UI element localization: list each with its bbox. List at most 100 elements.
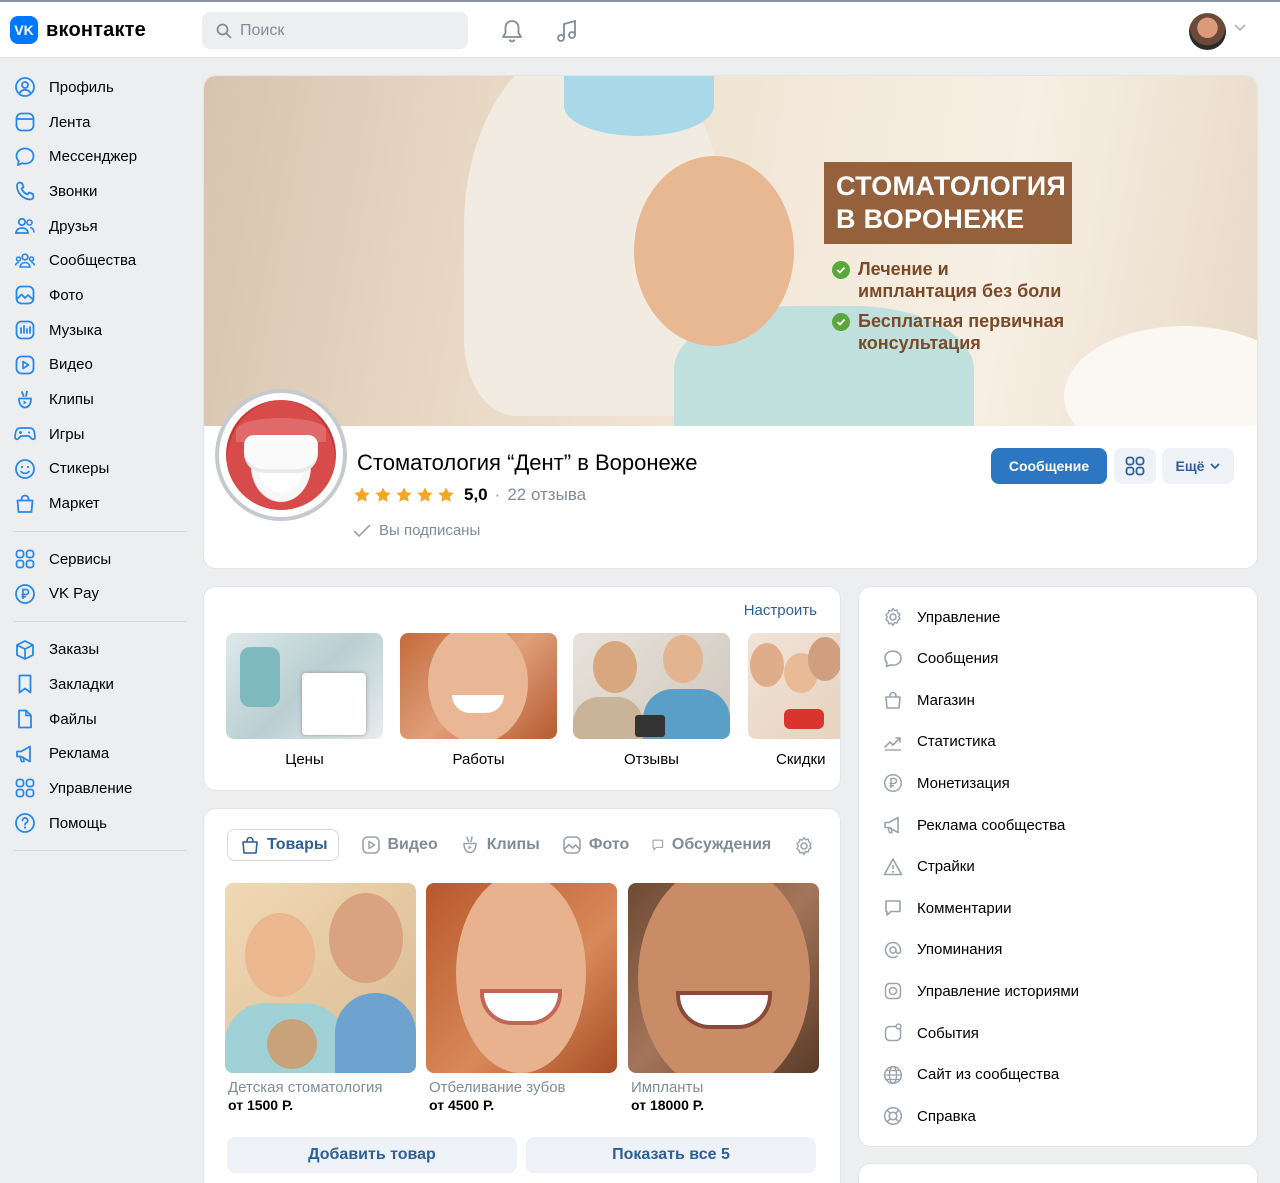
cover-bullet: Бесплатная первичная консультация xyxy=(832,310,1072,354)
album-prices[interactable]: Цены xyxy=(226,633,383,768)
chevron-down-icon[interactable] xyxy=(1234,24,1246,32)
user-avatar[interactable] xyxy=(1189,13,1226,50)
album-reviews[interactable]: Отзывы xyxy=(573,633,730,768)
cover-bullet-text: Лечение и имплантация без боли xyxy=(858,259,1062,301)
product-card[interactable]: Отбеливание зубов от 4500 Р. xyxy=(426,883,617,1113)
sidebar-item-communities[interactable]: Сообщества xyxy=(0,243,190,278)
doctor-face-shape xyxy=(329,893,403,983)
manage-item-comment[interactable]: Комментарии xyxy=(883,896,1011,920)
sidebar-item-games[interactable]: Игры xyxy=(0,417,190,452)
chevron-down-icon xyxy=(1210,462,1221,469)
sidebar-item-megaphone[interactable]: Реклама xyxy=(0,736,190,771)
album-works[interactable]: Работы xyxy=(400,633,557,768)
tab-comment[interactable]: Обсуждения xyxy=(651,829,771,861)
clips-icon xyxy=(462,836,477,854)
sidebar-item-help[interactable]: Помощь xyxy=(0,806,190,841)
sidebar-item-label: Клипы xyxy=(49,391,94,409)
manage-item-gear[interactable]: Управление xyxy=(883,605,1000,629)
manage-item-trend[interactable]: Статистика xyxy=(883,730,996,754)
album-image xyxy=(573,633,730,739)
sidebar-item-stickers[interactable]: Стикеры xyxy=(0,452,190,487)
manage-item-chat[interactable]: Сообщения xyxy=(883,647,998,671)
sidebar-item-bookmark[interactable]: Закладки xyxy=(0,667,190,702)
manage-item-calendar[interactable]: События xyxy=(883,1021,979,1045)
gear-icon[interactable] xyxy=(794,836,814,856)
sidebar-item-label: Управление xyxy=(49,779,133,797)
star-icon xyxy=(354,487,370,502)
sidebar-item-video[interactable]: Видео xyxy=(0,348,190,383)
sidebar-item-chat[interactable]: Мессенджер xyxy=(0,139,190,174)
orders-icon xyxy=(16,639,34,660)
search-input[interactable] xyxy=(240,21,440,40)
sidebar-item-label: Сообщества xyxy=(49,252,137,270)
manage-item-bag[interactable]: Магазин xyxy=(883,688,975,712)
community-name: Стоматология “Дент” в Воронеже xyxy=(357,450,698,475)
star-icon xyxy=(438,487,454,502)
album-title: Цены xyxy=(285,751,324,768)
manage-item-lifebuoy[interactable]: Справка xyxy=(883,1104,976,1128)
communities-icon xyxy=(14,253,36,268)
add-product-button[interactable]: Добавить товар xyxy=(227,1137,517,1173)
face-shape xyxy=(456,883,586,1073)
sidebar-item-feed[interactable]: Лента xyxy=(0,105,190,140)
product-price: от 4500 Р. xyxy=(429,1097,495,1113)
sidebar-item-clips[interactable]: Клипы xyxy=(0,382,190,417)
sidebar-item-label: Файлы xyxy=(49,710,97,728)
tab-video[interactable]: Видео xyxy=(361,829,438,861)
tab-clips[interactable]: Клипы xyxy=(460,829,540,861)
music-icon xyxy=(15,320,35,340)
lifebuoy-icon xyxy=(883,1107,903,1126)
subscription-status-text: Вы подписаны xyxy=(379,522,481,539)
vk-logo-text: вконтакте xyxy=(46,18,146,41)
tab-bag[interactable]: Товары xyxy=(227,829,339,861)
sidebar-divider xyxy=(14,850,186,852)
manage-item-megaphone[interactable]: Реклама сообщества xyxy=(883,813,1065,837)
manage-item-label: Комментарии xyxy=(917,899,1012,917)
album-image xyxy=(400,633,557,739)
sidebar-item-profile[interactable]: Профиль xyxy=(0,70,190,105)
cover-bullet: Лечение и имплантация без боли xyxy=(832,258,1072,302)
configure-link[interactable]: Настроить xyxy=(744,602,817,619)
music-note-icon[interactable] xyxy=(555,18,579,44)
sidebar-item-friends[interactable]: Друзья xyxy=(0,209,190,244)
sidebar-item-vkpay[interactable]: VK Pay xyxy=(0,577,190,612)
apps-button[interactable] xyxy=(1114,448,1156,484)
manage-item-stories[interactable]: Управление историями xyxy=(883,979,1079,1003)
sidebar-item-file[interactable]: Файлы xyxy=(0,702,190,737)
vk-logo[interactable]: VK вконтакте xyxy=(10,16,146,44)
community-avatar[interactable] xyxy=(215,389,347,521)
bell-icon[interactable] xyxy=(500,18,524,44)
sidebar-item-photo[interactable]: Фото xyxy=(0,278,190,313)
sidebar-item-music[interactable]: Музыка xyxy=(0,313,190,348)
search-box[interactable] xyxy=(202,12,468,49)
manage-item-label: Страйки xyxy=(917,858,975,876)
manage-item-warning[interactable]: Страйки xyxy=(883,855,975,879)
sidebar-item-services[interactable]: Сервисы xyxy=(0,542,190,577)
content-tabs: Товары Видео Клипы Фото Обсуждения xyxy=(227,829,771,861)
manage-item-at[interactable]: Упоминания xyxy=(883,938,1002,962)
checkmark-icon xyxy=(353,523,371,537)
tab-photo[interactable]: Фото xyxy=(562,829,629,861)
star-icon xyxy=(417,487,433,502)
show-all-products-button[interactable]: Показать все 5 xyxy=(526,1137,816,1173)
sidebar-item-grid[interactable]: Управление xyxy=(0,771,190,806)
manage-item-ruble[interactable]: Монетизация xyxy=(883,771,1010,795)
album-discounts[interactable]: Скидки xyxy=(748,633,840,768)
sidebar-divider xyxy=(14,530,186,532)
sidebar-item-market[interactable]: Маркет xyxy=(0,486,190,521)
chair-shape xyxy=(240,647,280,707)
rating-row[interactable]: 5,0 · 22 отзыва xyxy=(353,485,586,505)
tab-label: Клипы xyxy=(486,836,540,853)
manage-item-globe[interactable]: Сайт из сообщества xyxy=(883,1063,1059,1087)
sidebar-item-orders[interactable]: Заказы xyxy=(0,632,190,667)
product-card[interactable]: Детская стоматология от 1500 Р. xyxy=(225,883,416,1113)
more-button[interactable]: Ещё xyxy=(1162,448,1234,484)
send-message-button[interactable]: Сообщение xyxy=(991,448,1107,484)
product-card[interactable]: Импланты от 18000 Р. xyxy=(628,883,819,1113)
community-header-card: СТОМАТОЛОГИЯ В ВОРОНЕЖЕ Лечение и имплан… xyxy=(204,76,1257,568)
sidebar-divider xyxy=(14,621,186,623)
subscription-status[interactable]: Вы подписаны xyxy=(353,522,480,539)
sidebar-item-phone[interactable]: Звонки xyxy=(0,174,190,209)
reviews-count[interactable]: 22 отзыва xyxy=(507,485,586,505)
sidebar-item-label: Звонки xyxy=(49,182,98,200)
